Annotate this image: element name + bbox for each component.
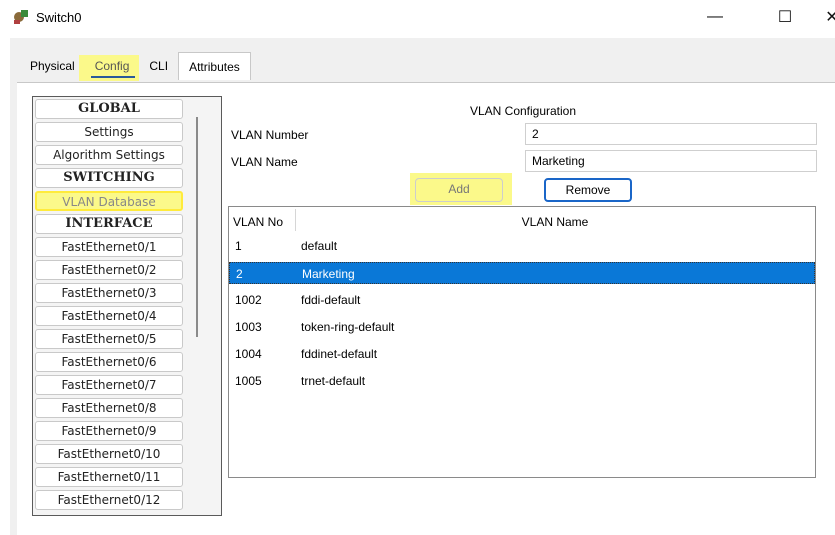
tab-bar: Physical Config CLI Attributes — [20, 52, 251, 82]
sidebar-item-fa0-4[interactable]: FastEthernet0/4 — [35, 306, 183, 326]
sidebar-item-fa0-6[interactable]: FastEthernet0/6 — [35, 352, 183, 372]
window-title: Switch0 — [36, 10, 82, 25]
sidebar-item-fa0-10[interactable]: FastEthernet0/10 — [35, 444, 183, 464]
sidebar-item-fa0-7[interactable]: FastEthernet0/7 — [35, 375, 183, 395]
row-vlan-no: 1004 — [235, 347, 262, 361]
sidebar-item-fa0-2[interactable]: FastEthernet0/2 — [35, 260, 183, 280]
sidebar-item-fa0-5[interactable]: FastEthernet0/5 — [35, 329, 183, 349]
row-vlan-no: 1 — [235, 239, 242, 253]
sidebar-item-settings[interactable]: Settings — [35, 122, 183, 142]
row-vlan-name: Marketing — [302, 267, 355, 281]
sidebar-item-fa0-11[interactable]: FastEthernet0/11 — [35, 467, 183, 487]
row-vlan-no: 1003 — [235, 320, 262, 334]
tab-physical[interactable]: Physical — [20, 52, 85, 80]
row-vlan-no: 1002 — [235, 293, 262, 307]
row-vlan-name: fddi-default — [301, 293, 361, 307]
row-vlan-name: token-ring-default — [301, 320, 395, 334]
vlan-config-heading: VLAN Configuration — [469, 104, 577, 118]
sidebar-scrollbar-thumb[interactable] — [196, 117, 198, 337]
sidebar-item-fa0-12[interactable]: FastEthernet0/12 — [35, 490, 183, 510]
row-vlan-no: 2 — [236, 267, 243, 281]
table-row[interactable]: 1004 fddinet-default — [229, 343, 815, 365]
title-bar: Switch0 — ☐ ✕ — [0, 0, 835, 36]
table-row[interactable]: 1005 trnet-default — [229, 370, 815, 392]
row-vlan-name: trnet-default — [301, 374, 366, 388]
device-dialog: Physical Config CLI Attributes GLOBAL Se… — [10, 38, 835, 535]
tab-config-underline — [90, 76, 135, 78]
vlan-name-label: VLAN Name — [231, 155, 298, 169]
maximize-button[interactable]: ☐ — [770, 4, 800, 30]
sidebar-scrollbar[interactable] — [193, 101, 201, 337]
sidebar-item-vlan-database[interactable]: VLAN Database — [35, 191, 183, 211]
vlan-table-header: VLAN No VLAN Name — [229, 207, 815, 235]
vlan-name-input[interactable]: Marketing — [525, 150, 817, 172]
sidebar-item-fa0-8[interactable]: FastEthernet0/8 — [35, 398, 183, 418]
table-row[interactable]: 1002 fddi-default — [229, 289, 815, 311]
vlan-name-row: VLAN Name Marketing — [227, 150, 817, 174]
sidebar-item-fa0-1[interactable]: FastEthernet0/1 — [35, 237, 183, 257]
switch-app-icon — [14, 10, 28, 24]
tab-config[interactable]: Config — [78, 52, 140, 81]
row-vlan-no: 1005 — [235, 374, 262, 388]
tab-config-label: Config — [94, 59, 130, 73]
sidebar-item-algorithm-settings[interactable]: Algorithm Settings — [35, 145, 183, 165]
col-header-vlan-no[interactable]: VLAN No — [233, 215, 283, 229]
sidebar-header-switching: SWITCHING — [35, 168, 183, 188]
col-header-vlan-name[interactable]: VLAN Name — [295, 215, 815, 229]
minimize-button[interactable]: — — [700, 4, 730, 30]
add-button[interactable]: Add — [415, 178, 503, 202]
sidebar-header-interface: INTERFACE — [35, 214, 183, 234]
close-button[interactable]: ✕ — [822, 4, 835, 30]
vlan-number-label: VLAN Number — [231, 128, 309, 142]
sidebar-header-global: GLOBAL — [35, 99, 183, 119]
config-panel: GLOBAL Settings Algorithm Settings SWITC… — [17, 82, 835, 535]
tab-cli[interactable]: CLI — [139, 52, 178, 80]
sidebar-list: GLOBAL Settings Algorithm Settings SWITC… — [35, 99, 183, 513]
vlan-number-row: VLAN Number 2 — [227, 123, 817, 147]
table-row-selected[interactable]: 2 Marketing — [229, 262, 815, 284]
row-vlan-name: default — [301, 239, 338, 253]
tab-attributes[interactable]: Attributes — [178, 52, 251, 80]
table-row[interactable]: 1 default — [229, 235, 815, 257]
config-sidebar: GLOBAL Settings Algorithm Settings SWITC… — [32, 96, 222, 516]
row-vlan-name: fddinet-default — [301, 347, 378, 361]
sidebar-item-fa0-9[interactable]: FastEthernet0/9 — [35, 421, 183, 441]
remove-button[interactable]: Remove — [544, 178, 632, 202]
sidebar-item-fa0-3[interactable]: FastEthernet0/3 — [35, 283, 183, 303]
vlan-number-input[interactable]: 2 — [525, 123, 817, 145]
vlan-table: VLAN No VLAN Name 1 default 2 Marketing … — [228, 206, 816, 478]
table-row[interactable]: 1003 token-ring-default — [229, 316, 815, 338]
